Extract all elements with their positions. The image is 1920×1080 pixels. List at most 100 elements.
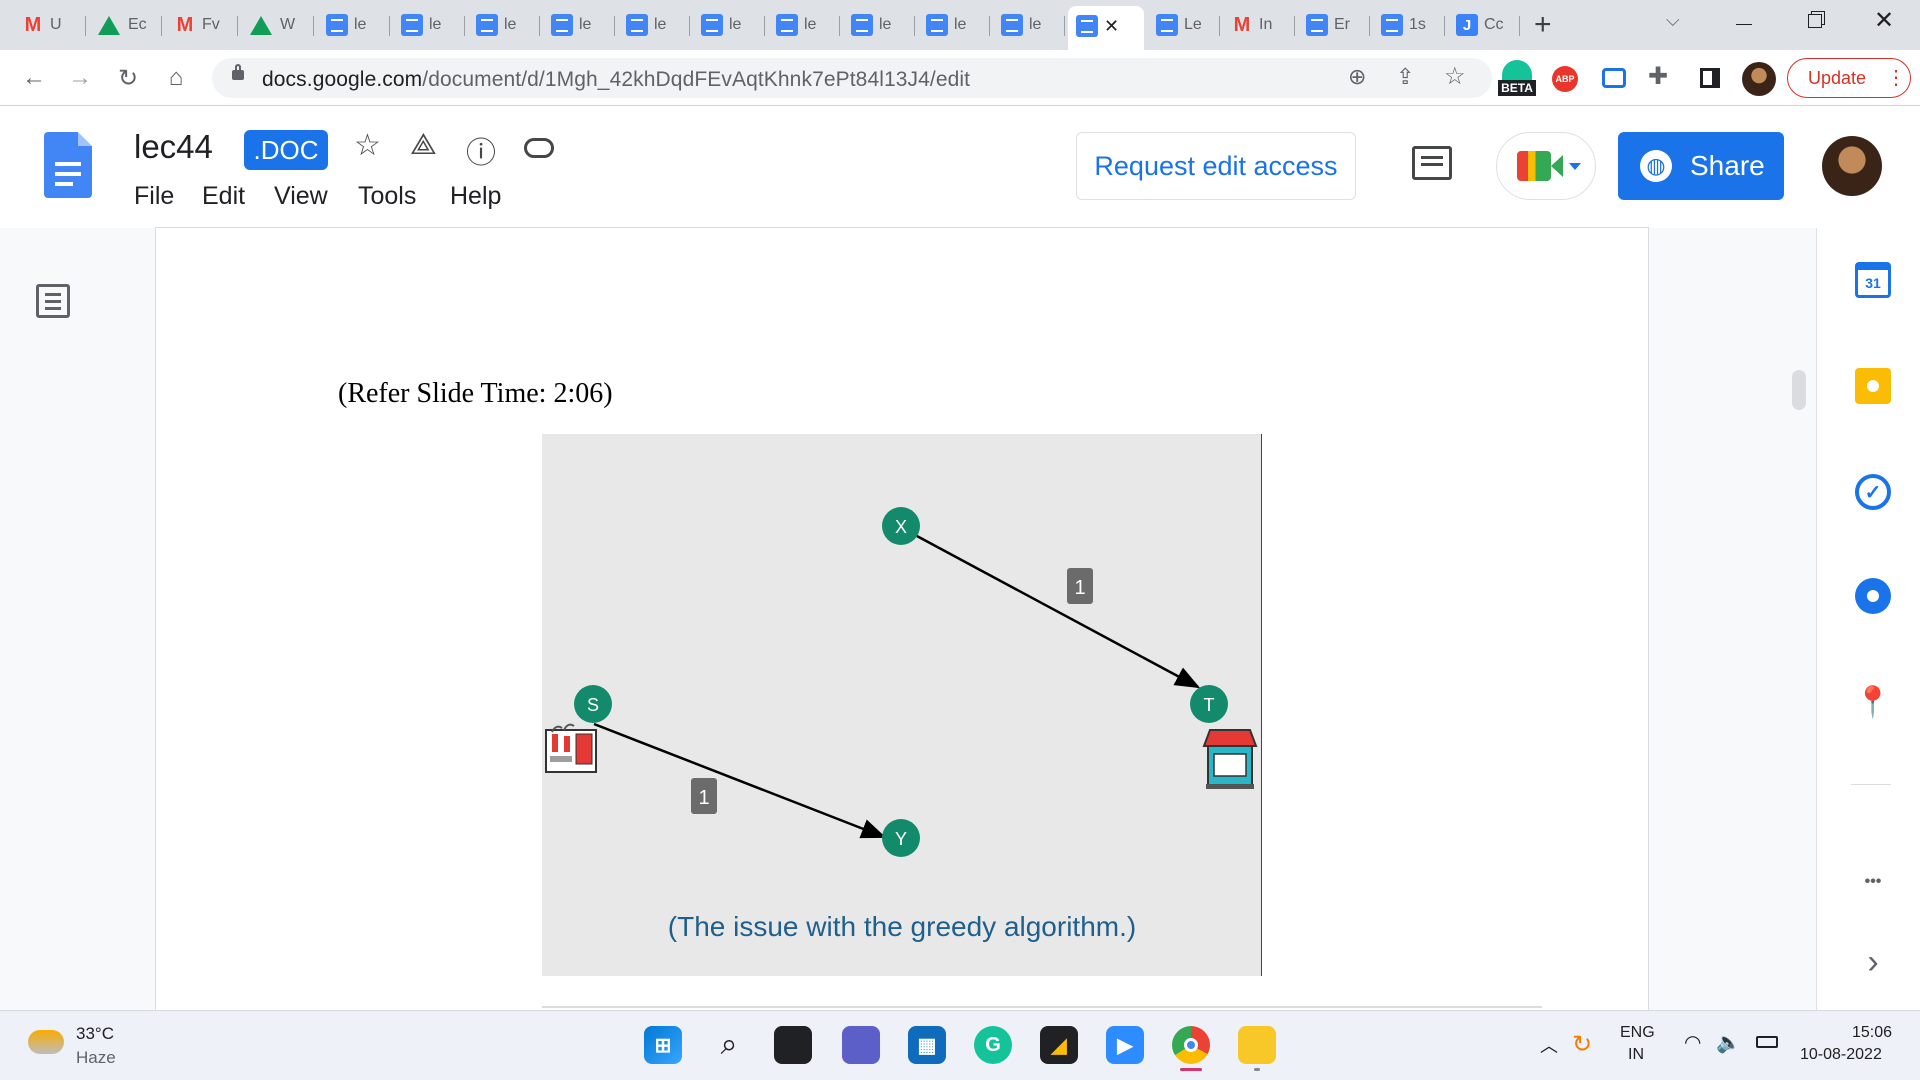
profile-avatar[interactable] (1742, 62, 1776, 96)
tab-doc-2[interactable]: le (393, 8, 465, 42)
tab-doc-6[interactable]: le (693, 8, 765, 42)
start-windows-icon[interactable]: ⊞ (644, 1026, 682, 1064)
close-window-icon[interactable]: ✕ (1874, 6, 1894, 35)
grammarly-icon[interactable]: G (974, 1026, 1012, 1064)
kebab-menu-icon[interactable]: ⋮ (1886, 65, 1906, 90)
tab-doc-1[interactable]: le (318, 8, 390, 42)
tab-doc-10[interactable]: le (993, 8, 1065, 42)
update-label: Update (1808, 67, 1867, 88)
tab-doc-12[interactable]: Er (1298, 8, 1370, 42)
menu-view[interactable]: View (274, 182, 328, 211)
calendar-icon[interactable]: 31 (1855, 262, 1891, 298)
docs-logo-icon[interactable] (44, 132, 92, 198)
sticky-notes-icon[interactable]: ◢ (1040, 1026, 1078, 1064)
battery-icon[interactable] (1756, 1036, 1778, 1048)
bookmark-star-icon[interactable]: ☆ (1444, 62, 1466, 91)
docs-icon (326, 14, 348, 36)
tab-doc-4[interactable]: le (543, 8, 615, 42)
clock-time[interactable]: 15:06 (1852, 1024, 1892, 1042)
wifi-icon[interactable]: ◠ (1684, 1030, 1701, 1055)
tab-doc-7[interactable]: le (768, 8, 840, 42)
star-icon[interactable]: ☆ (354, 128, 381, 163)
weather-description[interactable]: Haze (76, 1048, 116, 1068)
zoom-icon[interactable]: ⊕ (1348, 64, 1366, 90)
minimize-icon[interactable] (1736, 24, 1752, 25)
node-t: T (1190, 685, 1228, 723)
tab-active-lec44[interactable]: ✕ (1068, 6, 1144, 50)
tab-doc-13[interactable]: 1s (1373, 8, 1445, 42)
node-s: S (574, 685, 612, 723)
document-title[interactable]: lec44 (134, 128, 213, 166)
teams-chat-icon[interactable] (842, 1026, 880, 1064)
gmail-icon: M (1233, 13, 1251, 36)
share-button[interactable]: ◍ Share (1618, 132, 1784, 200)
back-icon[interactable]: ← (16, 60, 52, 96)
restore-icon[interactable] (1808, 14, 1822, 28)
docs-icon (926, 14, 948, 36)
onedrive-sync-icon[interactable]: ↻ (1572, 1030, 1592, 1059)
side-panel-icon[interactable] (1700, 68, 1720, 88)
tab-doc-9[interactable]: le (918, 8, 990, 42)
tab-gmail-3[interactable]: M In (1223, 8, 1295, 42)
volume-icon[interactable]: 🔈 (1716, 1030, 1741, 1055)
tab-j[interactable]: J Cc (1448, 8, 1520, 42)
account-avatar[interactable] (1822, 136, 1882, 196)
expand-panel-chevron-icon[interactable]: › (1855, 943, 1891, 981)
tab-label: le (1029, 16, 1042, 33)
vertical-scrollbar[interactable] (1792, 370, 1806, 410)
address-bar[interactable]: docs.google.com/document/d/1Mgh_42khDqdF… (212, 58, 1492, 98)
document-outline-icon[interactable] (36, 284, 70, 318)
tab-search-chevron-icon[interactable]: ⌵ (1666, 10, 1680, 31)
reload-icon[interactable]: ↻ (110, 60, 146, 96)
side-panel: 31 ✓ 📍 ••• › (1816, 228, 1920, 1010)
tab-close-icon[interactable]: ✕ (1104, 16, 1119, 37)
adblock-icon[interactable]: ABP (1552, 66, 1578, 92)
menu-edit[interactable]: Edit (202, 182, 245, 211)
tab-gmail-1[interactable]: MU (14, 8, 86, 42)
tab-doc-8[interactable]: le (843, 8, 915, 42)
menu-file[interactable]: File (134, 182, 174, 211)
share-page-icon[interactable]: ⇪ (1396, 64, 1414, 90)
grammarly-beta-extension-icon[interactable]: BETA (1498, 60, 1536, 98)
new-tab-button[interactable]: + (1534, 8, 1552, 42)
beta-label: BETA (1498, 80, 1536, 96)
search-icon[interactable]: ⌕ (710, 1026, 748, 1064)
maps-icon[interactable]: 📍 (1854, 684, 1891, 720)
move-to-drive-icon[interactable]: ⟁ (410, 128, 437, 162)
tab-drive-2[interactable]: W (242, 8, 314, 42)
tab-doc-11[interactable]: Le (1148, 8, 1220, 42)
weather-temperature[interactable]: 33°C (76, 1024, 114, 1044)
info-icon[interactable]: ⓘ (466, 128, 496, 172)
store-icon (1202, 729, 1258, 789)
home-icon[interactable]: ⌂ (158, 60, 194, 96)
zoom-app-icon[interactable]: ▶ (1106, 1026, 1144, 1064)
screen-capture-icon[interactable] (1602, 68, 1626, 88)
tab-drive-1[interactable]: Ec (90, 8, 162, 42)
comments-icon[interactable] (1412, 146, 1452, 180)
task-view-icon[interactable] (774, 1026, 812, 1064)
more-icon[interactable]: ••• (1855, 864, 1891, 900)
extensions-puzzle-icon[interactable]: ✚ (1648, 62, 1668, 91)
clock-date[interactable]: 10-08-2022 (1800, 1046, 1882, 1064)
tab-gmail-2[interactable]: M Fv (166, 8, 238, 42)
weather-haze-icon[interactable] (28, 1030, 64, 1054)
menu-help[interactable]: Help (450, 182, 501, 211)
chrome-taskbar-icon[interactable] (1172, 1026, 1210, 1064)
request-edit-access-button[interactable]: Request edit access (1076, 132, 1356, 200)
forward-icon[interactable]: → (62, 60, 98, 96)
tray-overflow-chevron-icon[interactable]: ︿ (1540, 1032, 1558, 1058)
cloud-status-icon[interactable] (524, 138, 554, 158)
tasks-icon[interactable]: ✓ (1855, 474, 1891, 510)
menu-tools[interactable]: Tools (358, 182, 416, 211)
microsoft-store-icon[interactable]: ▦ (908, 1026, 946, 1064)
update-button[interactable]: Update ⋮ (1787, 58, 1911, 98)
language-top[interactable]: ENG (1620, 1024, 1655, 1042)
tab-doc-3[interactable]: le (468, 8, 540, 42)
file-type-badge: .DOC (244, 130, 328, 170)
file-explorer-icon[interactable] (1238, 1026, 1276, 1064)
contacts-icon[interactable] (1855, 578, 1891, 614)
language-bottom[interactable]: IN (1628, 1046, 1644, 1064)
meet-button[interactable] (1496, 132, 1596, 200)
keep-icon[interactable] (1855, 368, 1891, 404)
tab-doc-5[interactable]: le (618, 8, 690, 42)
